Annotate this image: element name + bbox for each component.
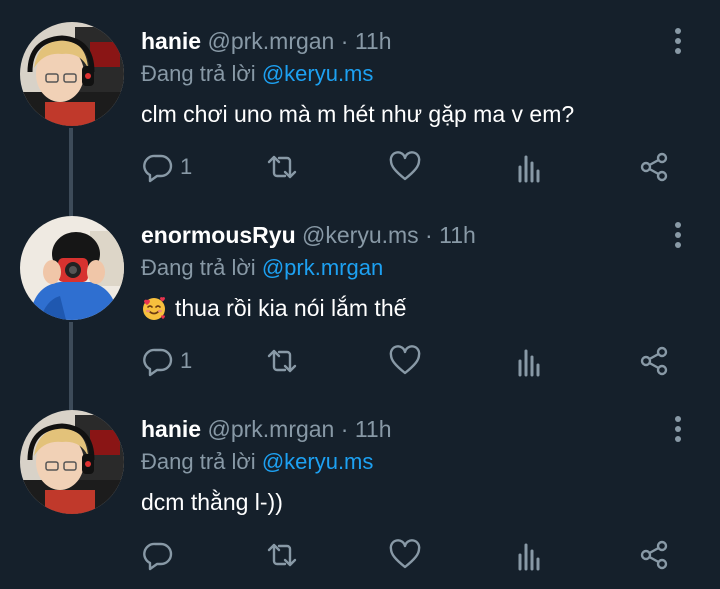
smiling-face-with-hearts-emoji — [143, 297, 165, 320]
tweet-text: dcm thằng l-)) — [141, 487, 283, 517]
tweet-text: clm chơi uno mà m hét như gặp ma v em? — [141, 99, 574, 129]
avatar-image — [20, 22, 124, 126]
heart-icon — [389, 539, 421, 569]
separator-dot: · — [334, 28, 355, 54]
reply-count: 1 — [180, 348, 193, 373]
analytics-icon — [518, 155, 540, 183]
reply-button[interactable]: 1 — [142, 143, 192, 191]
more-vertical-icon — [675, 416, 681, 442]
like-button[interactable] — [389, 531, 421, 579]
share-icon — [640, 346, 668, 376]
replying-to-label: Đang trả lời — [141, 449, 262, 474]
avatar-image — [20, 216, 124, 320]
tweet-text-content: dcm thằng l-)) — [141, 489, 283, 515]
reply-bubble-icon — [143, 154, 173, 183]
tweet[interactable]: hanie @prk.mrgan · 11h Đang trả lời @ker… — [0, 0, 720, 194]
more-options-button[interactable] — [666, 220, 690, 250]
share-button[interactable] — [638, 337, 670, 385]
mention-link[interactable]: @prk.mrgan — [262, 255, 383, 280]
avatar[interactable] — [20, 216, 124, 320]
tweet-text-content: clm chơi uno mà m hét như gặp ma v em? — [141, 101, 575, 127]
replying-to-label: Đang trả lời — [141, 61, 262, 86]
tweet-actions — [0, 531, 720, 579]
tweet-header: hanie @prk.mrgan · 11h — [141, 415, 391, 443]
user-handle[interactable]: @prk.mrgan — [207, 28, 334, 54]
retweet-button[interactable] — [266, 143, 298, 191]
mention-link[interactable]: @keryu.ms — [262, 61, 374, 86]
like-button[interactable] — [389, 143, 421, 191]
reply-bubble-icon — [143, 542, 173, 571]
replying-to: Đang trả lời @prk.mrgan — [141, 254, 383, 282]
display-name[interactable]: enormousRyu — [141, 222, 296, 248]
display-name[interactable]: hanie — [141, 28, 201, 54]
reply-thread: hanie @prk.mrgan · 11h Đang trả lời @ker… — [0, 0, 720, 589]
more-vertical-icon — [675, 222, 681, 248]
reply-count: 1 — [180, 154, 193, 179]
more-options-button[interactable] — [666, 414, 690, 444]
replying-to: Đang trả lời @keryu.ms — [141, 448, 373, 476]
retweet-icon — [267, 155, 297, 179]
separator-dot: · — [418, 222, 440, 248]
tweet-text: thua rồi kia nói lắm thế — [141, 293, 406, 323]
tweet-header: enormousRyu @keryu.ms · 11h — [141, 221, 476, 249]
reply-bubble-icon — [143, 348, 173, 377]
user-handle[interactable]: @keryu.ms — [302, 222, 419, 248]
display-name[interactable]: hanie — [141, 416, 201, 442]
timestamp[interactable]: 11h — [439, 222, 476, 248]
heart-icon — [389, 151, 421, 181]
tweet[interactable]: enormousRyu @keryu.ms · 11h Đang trả lời… — [0, 194, 720, 388]
analytics-button[interactable] — [514, 337, 546, 385]
retweet-button[interactable] — [266, 531, 298, 579]
more-vertical-icon — [675, 28, 681, 54]
more-options-button[interactable] — [666, 26, 690, 56]
retweet-button[interactable] — [266, 337, 298, 385]
retweet-icon — [267, 349, 297, 373]
share-icon — [640, 540, 668, 570]
avatar[interactable] — [20, 22, 124, 126]
analytics-icon — [518, 543, 540, 571]
separator-dot: · — [334, 416, 355, 442]
tweet-actions: 1 — [0, 337, 720, 385]
share-button[interactable] — [638, 531, 670, 579]
avatar[interactable] — [20, 410, 124, 514]
timestamp[interactable]: 11h — [355, 416, 392, 442]
analytics-button[interactable] — [514, 143, 546, 191]
replying-to: Đang trả lời @keryu.ms — [141, 60, 373, 88]
replying-to-label: Đang trả lời — [141, 255, 262, 280]
analytics-icon — [518, 349, 540, 377]
avatar-image — [20, 410, 124, 514]
tweet-text-content: thua rồi kia nói lắm thế — [175, 295, 407, 321]
share-icon — [640, 152, 668, 182]
tweet[interactable]: hanie @prk.mrgan · 11h Đang trả lời @ker… — [0, 388, 720, 582]
reply-button[interactable]: 1 — [142, 337, 192, 385]
like-button[interactable] — [389, 337, 421, 385]
timestamp[interactable]: 11h — [355, 28, 392, 54]
reply-button[interactable] — [142, 531, 174, 579]
tweet-actions: 1 — [0, 143, 720, 191]
share-button[interactable] — [638, 143, 670, 191]
mention-link[interactable]: @keryu.ms — [262, 449, 374, 474]
retweet-icon — [267, 543, 297, 567]
tweet-header: hanie @prk.mrgan · 11h — [141, 27, 391, 55]
heart-icon — [389, 345, 421, 375]
user-handle[interactable]: @prk.mrgan — [207, 416, 334, 442]
analytics-button[interactable] — [514, 531, 546, 579]
